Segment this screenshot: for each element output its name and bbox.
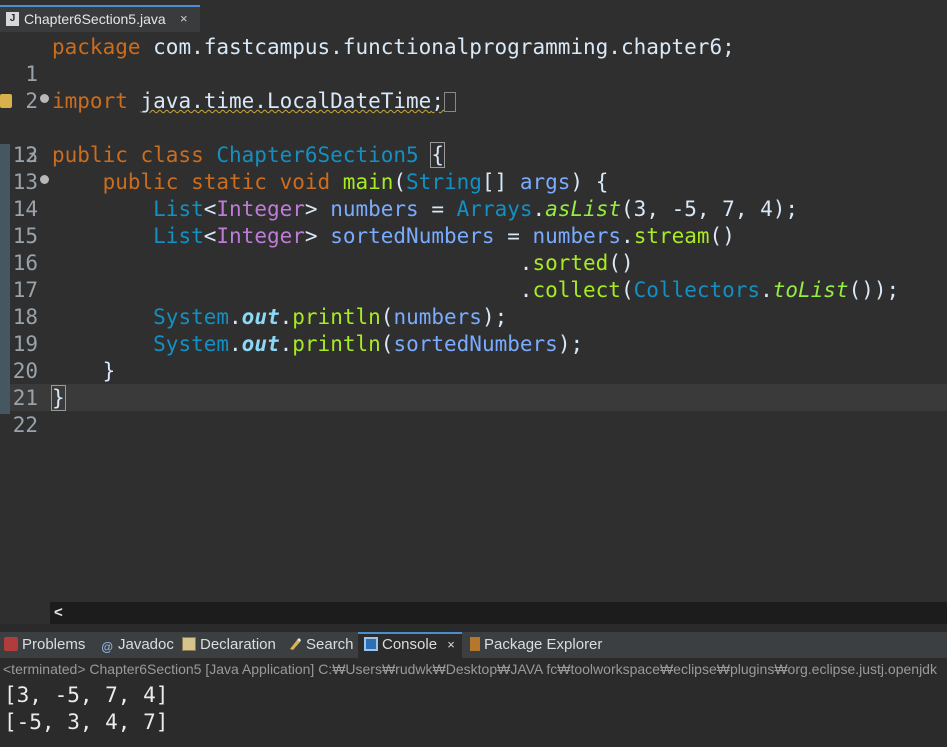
code-text: } — [52, 359, 116, 383]
static-field: out — [241, 332, 280, 356]
method-name: println — [292, 305, 381, 329]
static-method: asList — [545, 197, 622, 221]
generic-type: Integer — [216, 224, 305, 248]
import-path: java.time.LocalDateTime — [140, 89, 432, 113]
method-name: sorted — [532, 251, 609, 275]
bottom-panel-tabs: Problems @ Javadoc Declaration Search Con… — [0, 632, 947, 658]
variable: numbers — [330, 197, 419, 221]
class-name: Chapter6Section5 — [216, 143, 419, 167]
type-name: List — [153, 197, 204, 221]
close-tab-icon[interactable]: × — [180, 7, 188, 31]
code-line[interactable]: 21 } — [0, 358, 947, 410]
warning-marker-icon[interactable] — [0, 94, 12, 108]
type-name: List — [153, 224, 204, 248]
problems-icon — [4, 637, 18, 651]
horizontal-scrollbar[interactable]: < — [50, 602, 947, 624]
keyword: public class — [52, 143, 217, 167]
code-line[interactable]: 13 public class Chapter6Section5 { — [0, 142, 947, 194]
code-line[interactable]: 1 package com.fastcampus.functionalprogr… — [0, 34, 947, 86]
parameter: args — [519, 170, 571, 194]
tab-label: Javadoc — [118, 636, 174, 653]
editor-tab-title: Chapter6Section5.java — [24, 11, 166, 27]
code-line[interactable]: 18 .collect(Collectors.toList()); — [0, 277, 947, 329]
variable: numbers — [393, 305, 482, 329]
method-name: println — [292, 332, 381, 356]
search-icon — [288, 634, 302, 650]
package-explorer-icon — [470, 637, 480, 651]
code-line[interactable]: 14 public static void main(String[] args… — [0, 169, 947, 221]
code-line[interactable]: 20 System.out.println(sortedNumbers); — [0, 331, 947, 383]
tab-label: Console — [382, 636, 438, 653]
class-name: Collectors — [633, 278, 761, 302]
code-line[interactable]: 19 System.out.println(numbers); — [0, 304, 947, 356]
code-line[interactable]: 2 — [0, 61, 947, 113]
fold-toggle-icon[interactable] — [40, 175, 49, 184]
declaration-icon — [182, 637, 196, 651]
static-field: out — [241, 305, 280, 329]
scroll-left-icon[interactable]: < — [54, 602, 63, 624]
class-name: System — [153, 332, 230, 356]
code-line[interactable]: 3 import java.time.LocalDateTime; — [0, 88, 947, 167]
javadoc-icon: @ — [101, 640, 113, 654]
line-number: 22 — [12, 413, 38, 437]
text-cursor — [64, 387, 66, 409]
editor-tab-chapter6section5[interactable]: J Chapter6Section5.java × — [0, 5, 200, 32]
code-text: ; — [431, 89, 444, 113]
tab-label: Declaration — [200, 636, 276, 653]
tab-label: Search — [306, 636, 354, 653]
method-name: main — [342, 170, 394, 194]
close-tab-icon[interactable]: × — [447, 637, 455, 652]
matching-brace: } — [51, 385, 66, 411]
static-method: toList — [772, 278, 849, 302]
tab-problems[interactable]: Problems — [4, 632, 85, 658]
tab-label: Package Explorer — [484, 636, 603, 653]
tab-package-explorer[interactable]: Package Explorer — [470, 632, 602, 658]
generic-type: Integer — [216, 197, 305, 221]
console-output-line: [3, -5, 7, 4] — [4, 683, 169, 707]
variable: sortedNumbers — [330, 224, 495, 248]
matching-brace: { — [430, 142, 445, 168]
folded-block-icon[interactable] — [443, 92, 456, 112]
keyword: package — [52, 35, 141, 59]
tab-javadoc[interactable]: @ Javadoc — [100, 632, 174, 658]
tab-label: Problems — [22, 636, 86, 653]
java-file-icon: J — [6, 12, 19, 26]
fold-toggle-icon[interactable] — [40, 94, 49, 103]
code-text: com.fastcampus.functionalprogramming.cha… — [140, 35, 735, 59]
code-line[interactable]: 12 — [0, 115, 947, 167]
editor-tab-bar: J Chapter6Section5.java × — [0, 0, 947, 32]
console-icon — [364, 637, 378, 651]
code-line[interactable]: 16 List<Integer> sortedNumbers = numbers… — [0, 223, 947, 275]
variable: numbers — [532, 224, 622, 248]
type-name: String — [406, 170, 482, 194]
tab-console[interactable]: Console × — [358, 632, 462, 658]
code-line[interactable]: 17 .sorted() — [0, 250, 947, 302]
console-launch-info: <terminated> Chapter6Section5 [Java Appl… — [0, 658, 947, 680]
method-name: stream — [633, 224, 710, 248]
tab-declaration[interactable]: Declaration — [182, 632, 276, 658]
console-output[interactable]: [3, -5, 7, 4] [-5, 3, 4, 7] — [0, 680, 947, 747]
code-editor[interactable]: 1 package com.fastcampus.functionalprogr… — [0, 32, 947, 602]
console-output-line: [-5, 3, 4, 7] — [4, 710, 169, 734]
keyword: import — [52, 89, 128, 113]
method-name: collect — [532, 278, 621, 302]
keyword: public static void — [102, 170, 343, 194]
variable: sortedNumbers — [393, 332, 558, 356]
panel-divider[interactable] — [0, 624, 947, 632]
code-line-current[interactable]: 22 } — [0, 385, 947, 437]
tab-search[interactable]: Search — [288, 632, 354, 658]
class-name: Arrays — [456, 197, 533, 221]
code-line[interactable]: 15 List<Integer> numbers = Arrays.asList… — [0, 196, 947, 248]
class-name: System — [153, 305, 230, 329]
